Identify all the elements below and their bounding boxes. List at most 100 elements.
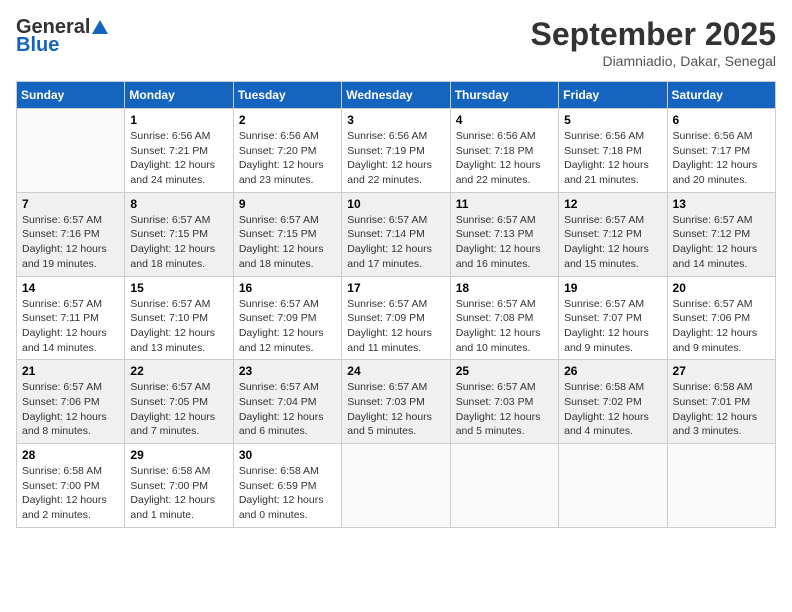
calendar-week-row: 21 Sunrise: 6:57 AMSunset: 7:06 PMDayligh… [17, 360, 776, 444]
calendar-cell: 1Sunrise: 6:56 AMSunset: 7:21 PMDaylight… [125, 109, 233, 193]
day-number: 26 [564, 364, 661, 378]
day-info: Sunrise: 6:57 AMSunset: 7:07 PMDaylight:… [564, 297, 661, 356]
calendar-cell: 20 Sunrise: 6:57 AMSunset: 7:06 PMDayligh… [667, 276, 775, 360]
day-info: Sunrise: 6:56 AMSunset: 7:17 PMDaylight:… [673, 129, 770, 188]
calendar-cell: 5 Sunrise: 6:56 AMSunset: 7:18 PMDaylight… [559, 109, 667, 193]
day-number: 4 [456, 113, 553, 127]
calendar-cell [342, 444, 450, 528]
day-number: 7 [22, 197, 119, 211]
day-number: 30 [239, 448, 336, 462]
day-number: 14 [22, 281, 119, 295]
calendar-week-row: 28 Sunrise: 6:58 AMSunset: 7:00 PMDayligh… [17, 444, 776, 528]
day-number: 6 [673, 113, 770, 127]
calendar-cell: 23Sunrise: 6:57 AMSunset: 7:04 PMDayligh… [233, 360, 341, 444]
day-info: Sunrise: 6:57 AMSunset: 7:03 PMDaylight:… [456, 380, 553, 439]
calendar-cell: 14 Sunrise: 6:57 AMSunset: 7:11 PMDayligh… [17, 276, 125, 360]
calendar-cell: 13 Sunrise: 6:57 AMSunset: 7:12 PMDayligh… [667, 192, 775, 276]
day-number: 10 [347, 197, 444, 211]
day-info: Sunrise: 6:57 AMSunset: 7:05 PMDaylight:… [130, 380, 227, 439]
calendar-week-row: 14 Sunrise: 6:57 AMSunset: 7:11 PMDayligh… [17, 276, 776, 360]
header-cell-sunday: Sunday [17, 82, 125, 109]
calendar-cell: 6 Sunrise: 6:56 AMSunset: 7:17 PMDaylight… [667, 109, 775, 193]
location-subtitle: Diamniadio, Dakar, Senegal [531, 53, 776, 69]
logo: General Blue [16, 16, 109, 56]
calendar-cell [559, 444, 667, 528]
calendar-cell: 7 Sunrise: 6:57 AMSunset: 7:16 PMDaylight… [17, 192, 125, 276]
day-info: Sunrise: 6:57 AMSunset: 7:14 PMDaylight:… [347, 213, 444, 272]
day-number: 3 [347, 113, 444, 127]
calendar-cell: 24 Sunrise: 6:57 AMSunset: 7:03 PMDayligh… [342, 360, 450, 444]
day-number: 8 [130, 197, 227, 211]
day-number: 20 [673, 281, 770, 295]
day-info: Sunrise: 6:57 AMSunset: 7:15 PMDaylight:… [239, 213, 336, 272]
day-info: Sunrise: 6:56 AMSunset: 7:21 PMDaylight:… [130, 129, 227, 188]
calendar-cell: 27 Sunrise: 6:58 AMSunset: 7:01 PMDayligh… [667, 360, 775, 444]
day-info: Sunrise: 6:57 AMSunset: 7:16 PMDaylight:… [22, 213, 119, 272]
calendar-cell: 15 Sunrise: 6:57 AMSunset: 7:10 PMDayligh… [125, 276, 233, 360]
header-cell-thursday: Thursday [450, 82, 558, 109]
day-number: 28 [22, 448, 119, 462]
day-number: 25 [456, 364, 553, 378]
calendar-cell: 18 Sunrise: 6:57 AMSunset: 7:08 PMDayligh… [450, 276, 558, 360]
calendar-week-row: 7 Sunrise: 6:57 AMSunset: 7:16 PMDaylight… [17, 192, 776, 276]
calendar-cell: 10 Sunrise: 6:57 AMSunset: 7:14 PMDayligh… [342, 192, 450, 276]
day-info: Sunrise: 6:56 AMSunset: 7:20 PMDaylight:… [239, 129, 336, 188]
day-info: Sunrise: 6:58 AMSunset: 7:00 PMDaylight:… [130, 464, 227, 523]
day-number: 18 [456, 281, 553, 295]
page-header: General Blue September 2025 Diamniadio, … [16, 16, 776, 69]
day-number: 17 [347, 281, 444, 295]
calendar-week-row: 1Sunrise: 6:56 AMSunset: 7:21 PMDaylight… [17, 109, 776, 193]
logo-blue-text: Blue [16, 34, 109, 56]
day-info: Sunrise: 6:58 AMSunset: 6:59 PMDaylight:… [239, 464, 336, 523]
day-info: Sunrise: 6:56 AMSunset: 7:19 PMDaylight:… [347, 129, 444, 188]
day-number: 5 [564, 113, 661, 127]
calendar-cell: 29 Sunrise: 6:58 AMSunset: 7:00 PMDayligh… [125, 444, 233, 528]
calendar-cell: 26 Sunrise: 6:58 AMSunset: 7:02 PMDayligh… [559, 360, 667, 444]
day-info: Sunrise: 6:56 AMSunset: 7:18 PMDaylight:… [456, 129, 553, 188]
day-number: 13 [673, 197, 770, 211]
calendar-cell: 16 Sunrise: 6:57 AMSunset: 7:09 PMDayligh… [233, 276, 341, 360]
calendar-cell [667, 444, 775, 528]
day-info: Sunrise: 6:57 AMSunset: 7:03 PMDaylight:… [347, 380, 444, 439]
calendar-cell: 3 Sunrise: 6:56 AMSunset: 7:19 PMDaylight… [342, 109, 450, 193]
day-info: Sunrise: 6:58 AMSunset: 7:01 PMDaylight:… [673, 380, 770, 439]
day-number: 29 [130, 448, 227, 462]
day-info: Sunrise: 6:57 AMSunset: 7:10 PMDaylight:… [130, 297, 227, 356]
day-info: Sunrise: 6:57 AMSunset: 7:06 PMDaylight:… [673, 297, 770, 356]
day-number: 27 [673, 364, 770, 378]
day-number: 16 [239, 281, 336, 295]
title-block: September 2025 Diamniadio, Dakar, Senega… [531, 16, 776, 69]
day-info: Sunrise: 6:58 AMSunset: 7:00 PMDaylight:… [22, 464, 119, 523]
calendar-cell: 11Sunrise: 6:57 AMSunset: 7:13 PMDayligh… [450, 192, 558, 276]
day-info: Sunrise: 6:57 AMSunset: 7:06 PMDaylight:… [22, 380, 119, 439]
day-number: 2 [239, 113, 336, 127]
day-info: Sunrise: 6:57 AMSunset: 7:08 PMDaylight:… [456, 297, 553, 356]
day-info: Sunrise: 6:57 AMSunset: 7:13 PMDaylight:… [456, 213, 553, 272]
day-info: Sunrise: 6:57 AMSunset: 7:12 PMDaylight:… [564, 213, 661, 272]
day-info: Sunrise: 6:57 AMSunset: 7:12 PMDaylight:… [673, 213, 770, 272]
day-number: 12 [564, 197, 661, 211]
calendar-cell: 22 Sunrise: 6:57 AMSunset: 7:05 PMDayligh… [125, 360, 233, 444]
day-number: 24 [347, 364, 444, 378]
header-cell-saturday: Saturday [667, 82, 775, 109]
day-number: 21 [22, 364, 119, 378]
calendar-cell [17, 109, 125, 193]
day-info: Sunrise: 6:57 AMSunset: 7:11 PMDaylight:… [22, 297, 119, 356]
calendar-cell: 17Sunrise: 6:57 AMSunset: 7:09 PMDayligh… [342, 276, 450, 360]
calendar-table: SundayMondayTuesdayWednesdayThursdayFrid… [16, 81, 776, 528]
calendar-cell [450, 444, 558, 528]
calendar-cell: 30 Sunrise: 6:58 AMSunset: 6:59 PMDayligh… [233, 444, 341, 528]
day-info: Sunrise: 6:56 AMSunset: 7:18 PMDaylight:… [564, 129, 661, 188]
day-number: 15 [130, 281, 227, 295]
day-info: Sunrise: 6:58 AMSunset: 7:02 PMDaylight:… [564, 380, 661, 439]
calendar-header-row: SundayMondayTuesdayWednesdayThursdayFrid… [17, 82, 776, 109]
day-info: Sunrise: 6:57 AMSunset: 7:15 PMDaylight:… [130, 213, 227, 272]
header-cell-wednesday: Wednesday [342, 82, 450, 109]
day-number: 22 [130, 364, 227, 378]
calendar-cell: 12 Sunrise: 6:57 AMSunset: 7:12 PMDayligh… [559, 192, 667, 276]
header-cell-tuesday: Tuesday [233, 82, 341, 109]
day-info: Sunrise: 6:57 AMSunset: 7:04 PMDaylight:… [239, 380, 336, 439]
calendar-cell: 8 Sunrise: 6:57 AMSunset: 7:15 PMDaylight… [125, 192, 233, 276]
calendar-body: 1Sunrise: 6:56 AMSunset: 7:21 PMDaylight… [17, 109, 776, 528]
day-info: Sunrise: 6:57 AMSunset: 7:09 PMDaylight:… [239, 297, 336, 356]
